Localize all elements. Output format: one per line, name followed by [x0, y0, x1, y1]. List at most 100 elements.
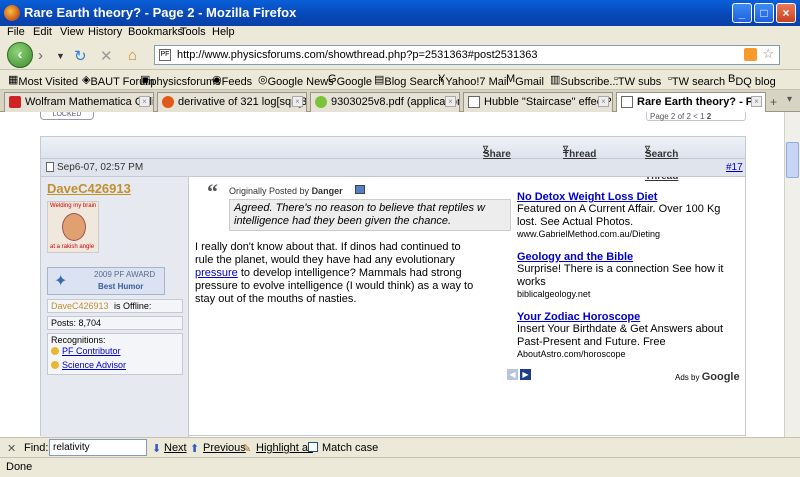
bookmark-baut-forum[interactable]: ◈ BAUT Forum	[82, 73, 154, 88]
tab-hubble[interactable]: Hubble "Staircase" effect? ×	[463, 92, 613, 112]
bookmark-tw-subs[interactable]: ▫ TW subs	[614, 73, 661, 88]
address-bar[interactable]: PF http://www.physicsforums.com/showthre…	[154, 45, 780, 65]
find-label: Find:	[24, 442, 49, 454]
pressure-link[interactable]: pressure	[195, 267, 238, 279]
ads-by-google[interactable]: Ads by Google	[675, 371, 740, 383]
close-window-button[interactable]: ×	[776, 3, 796, 23]
ad-title[interactable]: Your Zodiac Horoscope	[517, 311, 731, 323]
home-icon[interactable]: ⌂	[128, 47, 137, 64]
recognition-pf-contributor[interactable]: PF Contributor	[62, 346, 121, 356]
ad-url[interactable]: www.GabrielMethod.com.au/Dieting	[517, 229, 731, 239]
stop-icon[interactable]: ✕	[100, 47, 113, 65]
user-avatar[interactable]: Welding my brain at a rakish angle	[47, 201, 99, 253]
bookmark-yahoo-mail[interactable]: Y Yahoo!7 Mail	[438, 73, 509, 88]
new-tab-icon[interactable]: +	[770, 95, 777, 109]
pf-favicon-icon	[468, 96, 480, 108]
find-input[interactable]: relativity	[49, 439, 147, 456]
rss-feed-icon[interactable]	[744, 48, 757, 61]
ad-title[interactable]: Geology and the Bible	[517, 251, 731, 263]
close-tab-icon[interactable]: ×	[139, 96, 150, 107]
menu-edit[interactable]: Edit	[33, 26, 52, 38]
ad-title[interactable]: No Detox Weight Loss Diet	[517, 191, 731, 203]
back-button[interactable]: ‹	[7, 42, 33, 68]
bookmark-gmail[interactable]: M Gmail	[506, 73, 544, 88]
close-tab-icon[interactable]: ×	[751, 96, 762, 107]
reload-icon[interactable]: ↻	[74, 47, 87, 65]
match-case-checkbox[interactable]	[308, 442, 318, 452]
quote-author: Danger	[311, 186, 343, 196]
search-thread-menu[interactable]: Search this Thread ▿	[645, 143, 678, 182]
bookmark-google[interactable]: G Google	[328, 73, 372, 88]
bookmark-star-icon[interactable]: ☆	[762, 46, 774, 62]
thread-tools-menu[interactable]: Thread Tools ▿	[563, 143, 596, 171]
bookmark-feeds[interactable]: ◉ Feeds	[212, 73, 252, 88]
tab-derivative[interactable]: derivative of 321 log[sqrt[3... ×	[157, 92, 307, 112]
recognitions-label: Recognitions:	[51, 335, 106, 345]
tab-label: 9303025v8.pdf (application...	[331, 96, 460, 108]
tab-pdf[interactable]: 9303025v8.pdf (application... ×	[310, 92, 460, 112]
address-url[interactable]: http://www.physicsforums.com/showthread.…	[177, 49, 537, 61]
history-dropdown-icon[interactable]: ▼	[56, 51, 65, 61]
window-title: Rare Earth theory? - Page 2 - Mozilla Fi…	[24, 5, 297, 20]
tab-label: Rare Earth theory? - P...	[637, 96, 761, 108]
username-link[interactable]: DaveC426913	[47, 181, 131, 196]
tab-wolfram[interactable]: Wolfram Mathematica Onlin... ×	[4, 92, 154, 112]
match-case-label[interactable]: Match case	[322, 442, 378, 454]
bookmark-subscribe[interactable]: ▥ Subscribe...	[550, 73, 619, 88]
highlight-pen-icon: ✎	[242, 443, 252, 455]
menu-bookmarks[interactable]: Bookmarks	[128, 26, 183, 38]
menu-tools[interactable]: Tools	[180, 26, 206, 38]
pager-page-2[interactable]: 2	[707, 112, 711, 121]
tab-label: Hubble "Staircase" effect?	[484, 96, 612, 108]
ad-url[interactable]: biblicalgeology.net	[517, 289, 731, 299]
menu-history[interactable]: History	[88, 26, 122, 38]
close-tab-icon[interactable]: ×	[598, 96, 609, 107]
menu-view[interactable]: View	[60, 26, 84, 38]
vertical-scrollbar[interactable]	[784, 112, 800, 437]
post-document-icon	[46, 162, 54, 172]
post-number-link[interactable]: #17	[726, 162, 743, 173]
tab-label: derivative of 321 log[sqrt[3...	[178, 96, 307, 108]
find-next-button[interactable]: Next	[164, 442, 187, 454]
find-previous-arrow-icon[interactable]: ⬆	[190, 442, 199, 455]
medal-icon	[51, 347, 59, 355]
thread-tools-bar: Share It ▿ Thread Tools ▿ Search this Th…	[41, 137, 745, 182]
post-line: I really don't know about that. If dinos…	[195, 241, 461, 253]
close-find-bar-icon[interactable]: ✕	[7, 442, 16, 455]
menu-help[interactable]: Help	[212, 26, 235, 38]
find-previous-button[interactable]: Previous	[203, 442, 246, 454]
navigation-toolbar: ‹ › ▼ ↻ ✕ ⌂ PF http://www.physicsforums.…	[0, 40, 800, 70]
maximize-button[interactable]: □	[754, 3, 774, 23]
pager-label: Page 2 of 2	[650, 112, 691, 121]
scrollbar-thumb[interactable]	[786, 142, 799, 178]
tab-rare-earth[interactable]: Rare Earth theory? - P... ×	[616, 92, 766, 113]
share-it-menu[interactable]: Share It ▿	[483, 143, 511, 171]
ad-text: Featured on A Current Affair. Over 100 K…	[517, 203, 721, 228]
bookmark-google-news[interactable]: ◎ Google News	[258, 73, 334, 88]
ad-url[interactable]: AboutAstro.com/horoscope	[517, 349, 731, 359]
close-tab-icon[interactable]: ×	[445, 96, 456, 107]
tab-list-icon[interactable]: ▾	[787, 94, 792, 105]
quote-prefix: Originally Posted by	[229, 186, 310, 196]
ad-item[interactable]: No Detox Weight Loss Diet Featured on A …	[517, 191, 731, 239]
bookmark-dq-blog[interactable]: B DQ blog	[728, 73, 776, 88]
ad-next-arrow-icon[interactable]: ▶	[520, 369, 531, 380]
ad-prev-arrow-icon[interactable]: ◀	[507, 369, 518, 380]
view-post-icon[interactable]	[355, 185, 365, 194]
menu-file[interactable]: File	[7, 26, 25, 38]
bookmark-tw-search[interactable]: ▫ TW search	[668, 73, 725, 88]
find-next-arrow-icon[interactable]: ⬇	[152, 442, 161, 455]
recognition-science-advisor[interactable]: Science Advisor	[62, 360, 126, 370]
forward-arrow-icon[interactable]: ›	[38, 47, 43, 64]
ad-item[interactable]: Geology and the Bible Surprise! There is…	[517, 251, 731, 299]
minimize-button[interactable]: _	[732, 3, 752, 23]
ad-item[interactable]: Your Zodiac Horoscope Insert Your Birthd…	[517, 311, 731, 359]
bookmark-most-visited[interactable]: ▦ Most Visited	[8, 73, 78, 88]
pager-page-1[interactable]: 1	[700, 112, 704, 121]
pager-prev[interactable]: <	[693, 112, 698, 121]
bookmark-physicsforums[interactable]: ▣ physicsforums	[140, 73, 221, 88]
bookmark-blog-search[interactable]: ▤ Blog Search	[374, 73, 444, 88]
highlight-all-button[interactable]: Highlight all	[256, 442, 313, 454]
status-username[interactable]: DaveC426913	[51, 301, 109, 311]
close-tab-icon[interactable]: ×	[292, 96, 303, 107]
